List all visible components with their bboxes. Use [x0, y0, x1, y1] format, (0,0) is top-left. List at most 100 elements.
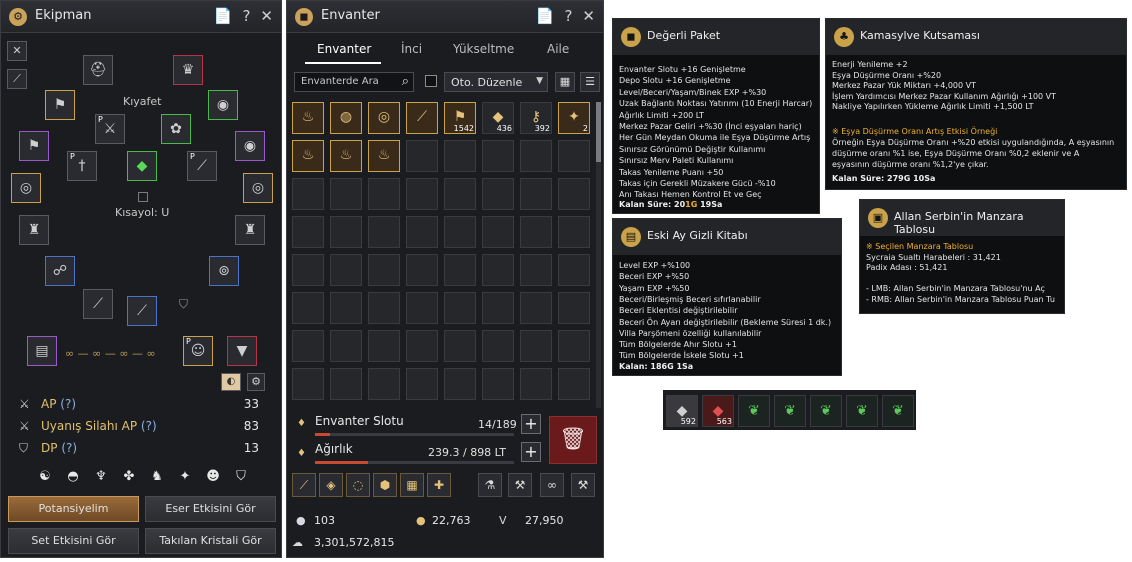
- inventory-slot[interactable]: ◍: [330, 102, 362, 134]
- equipment-preset-icon[interactable]: 📄: [214, 7, 233, 25]
- trash-button[interactable]: 🗑: [549, 416, 597, 464]
- inventory-slot[interactable]: [482, 216, 514, 248]
- inventory-slot[interactable]: [330, 254, 362, 286]
- inventory-slot[interactable]: [330, 178, 362, 210]
- ring-slot[interactable]: ⟋: [83, 289, 113, 319]
- quickslot[interactable]: ❦: [774, 395, 806, 427]
- scrollbar-thumb[interactable]: [596, 102, 601, 162]
- inventory-preset-icon[interactable]: 📄: [536, 7, 555, 25]
- inventory-slot[interactable]: [330, 292, 362, 324]
- tab-upgrade[interactable]: Yükseltme: [453, 42, 514, 56]
- outfit-preset-button[interactable]: ◐: [221, 373, 241, 391]
- inventory-slot[interactable]: [368, 330, 400, 362]
- weapon-stance-toggle[interactable]: ⟋: [7, 69, 27, 89]
- inventory-slot[interactable]: [406, 140, 438, 172]
- cube-button[interactable]: ▦: [400, 473, 424, 497]
- sub-weapon-slot[interactable]: ✿: [161, 114, 191, 144]
- inventory-slot[interactable]: [330, 330, 362, 362]
- hammer-button[interactable]: ⚒: [508, 473, 532, 497]
- inventory-slot[interactable]: ♨: [292, 140, 324, 172]
- inventory-slot[interactable]: [368, 292, 400, 324]
- inventory-slot[interactable]: [368, 254, 400, 286]
- inventory-slot[interactable]: ♨: [330, 140, 362, 172]
- inventory-slot[interactable]: [368, 368, 400, 400]
- inventory-slot[interactable]: [444, 254, 476, 286]
- inventory-slot[interactable]: [482, 254, 514, 286]
- inventory-slot[interactable]: [406, 330, 438, 362]
- inventory-slot[interactable]: [520, 292, 552, 324]
- inventory-slot[interactable]: [444, 140, 476, 172]
- heat-button[interactable]: ◌: [346, 473, 370, 497]
- inventory-slot[interactable]: ♨: [368, 140, 400, 172]
- awakening-weapon-slot[interactable]: P †: [67, 151, 97, 181]
- emblem-slot[interactable]: ▼: [227, 336, 257, 366]
- inventory-slot[interactable]: [406, 368, 438, 400]
- inventory-slot[interactable]: [520, 216, 552, 248]
- inventory-slot[interactable]: [482, 330, 514, 362]
- inventory-slot[interactable]: [520, 368, 552, 400]
- inventory-slot[interactable]: ⟋: [406, 102, 438, 134]
- inventory-slot[interactable]: [482, 178, 514, 210]
- sort-dropdown[interactable]: Oto. Düzenle ▼: [444, 72, 548, 92]
- inventory-slot[interactable]: ⚷ 392: [520, 102, 552, 134]
- alchemy-stone-slot[interactable]: ⟋: [127, 296, 157, 326]
- inventory-slot[interactable]: [520, 330, 552, 362]
- manufacture-button[interactable]: ⚗: [478, 473, 502, 497]
- inventory-slot[interactable]: [406, 216, 438, 248]
- earring-left-slot[interactable]: ◎: [11, 173, 41, 203]
- category-armor-icon[interactable]: ♆: [91, 467, 111, 487]
- inventory-slot[interactable]: ✦ 2: [558, 102, 590, 134]
- tab-family[interactable]: Aile: [547, 42, 569, 56]
- inventory-slot[interactable]: [444, 330, 476, 362]
- tab-pearl[interactable]: İnci: [401, 42, 422, 56]
- category-user-icon[interactable]: ☻: [203, 467, 223, 487]
- belt-slot[interactable]: ⊚: [209, 256, 239, 286]
- inventory-slot[interactable]: [368, 178, 400, 210]
- inventory-slot[interactable]: [292, 292, 324, 324]
- helmet-slot[interactable]: ⛑: [83, 55, 113, 85]
- hide-weapon-toggle[interactable]: ✕: [7, 41, 27, 61]
- inventory-slot[interactable]: [444, 178, 476, 210]
- quickslot[interactable]: ❦: [846, 395, 878, 427]
- set-effect-button[interactable]: Set Etkisini Gör: [8, 528, 139, 554]
- dp-help[interactable]: (?): [61, 441, 77, 455]
- inventory-search-input[interactable]: Envanterde Ara ⌕: [294, 72, 414, 92]
- inventory-slot[interactable]: [520, 254, 552, 286]
- quickslot[interactable]: ❦: [882, 395, 914, 427]
- inventory-slot[interactable]: ⚑ 1542: [444, 102, 476, 134]
- inventory-slot[interactable]: [558, 368, 590, 400]
- armor-slot[interactable]: ♜: [19, 215, 49, 245]
- inventory-slot[interactable]: [558, 216, 590, 248]
- inventory-slot[interactable]: [292, 330, 324, 362]
- inventory-slot[interactable]: [330, 368, 362, 400]
- inventory-slot[interactable]: ♨: [292, 102, 324, 134]
- inventory-slot[interactable]: [558, 140, 590, 172]
- tab-inventory[interactable]: Envanter: [317, 42, 371, 56]
- gem-button[interactable]: ⬢: [373, 473, 397, 497]
- quickslot[interactable]: ❦: [738, 395, 770, 427]
- outfit-helmet-slot[interactable]: ♛: [173, 55, 203, 85]
- inventory-slot[interactable]: [558, 292, 590, 324]
- inventory-slot[interactable]: ◆ 436: [482, 102, 514, 134]
- inventory-slot[interactable]: [558, 330, 590, 362]
- quickslot[interactable]: ◆ 592: [666, 395, 698, 427]
- axe-button[interactable]: ⚒: [571, 473, 595, 497]
- inventory-slot[interactable]: [292, 216, 324, 248]
- auto-sort-checkbox[interactable]: [425, 75, 437, 87]
- inventory-slot[interactable]: [292, 368, 324, 400]
- crystal-button[interactable]: Takılan Kristali Gör: [145, 528, 276, 554]
- outfit-armor-slot[interactable]: ⚑: [19, 131, 49, 161]
- awakening-ap-help[interactable]: (?): [141, 419, 157, 433]
- outfit-sub-weapon-slot[interactable]: ◉: [208, 90, 238, 120]
- lantern-slot[interactable]: ◆: [127, 151, 157, 181]
- inventory-slot[interactable]: [292, 178, 324, 210]
- inventory-titlebar[interactable]: ◼ Envanter 📄 ? ✕: [287, 1, 603, 33]
- inventory-slot[interactable]: [482, 368, 514, 400]
- inventory-slot[interactable]: ◎: [368, 102, 400, 134]
- necklace-slot[interactable]: ☍: [45, 256, 75, 286]
- inventory-slot[interactable]: [406, 178, 438, 210]
- quickslot[interactable]: ◆ 563: [702, 395, 734, 427]
- inventory-slot[interactable]: [406, 254, 438, 286]
- shortcut-checkbox[interactable]: [138, 192, 148, 202]
- category-combat-icon[interactable]: ☯: [35, 467, 55, 487]
